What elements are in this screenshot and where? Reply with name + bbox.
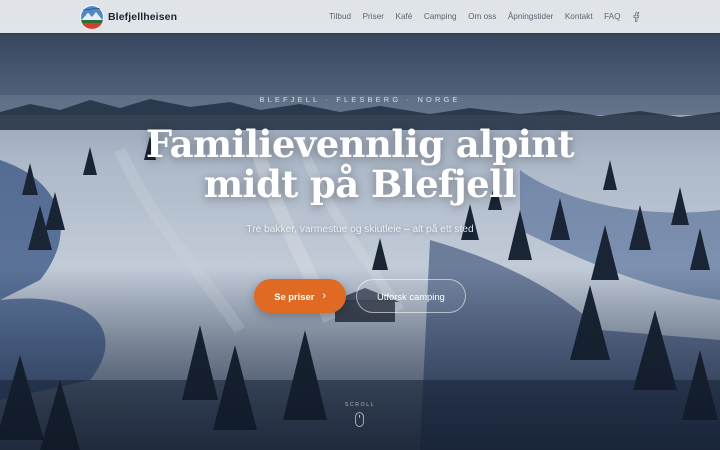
chevron-right-icon: ›	[322, 290, 327, 302]
page: Blefjellheisen Tilbud Priser Kafé Campin…	[0, 0, 720, 450]
nav-link-tilbud[interactable]: Tilbud	[329, 12, 351, 21]
ski-lift-mountain-logo-icon	[80, 4, 104, 29]
nav-link-apningstider[interactable]: Åpningstider	[508, 12, 554, 21]
brand[interactable]: Blefjellheisen	[80, 4, 177, 29]
explore-camping-label: Utforsk camping	[377, 290, 445, 302]
hero-title: Familievennlig alpint midt på Blefjell	[110, 124, 610, 204]
hero-title-line-1: Familievennlig alpint	[145, 122, 575, 166]
mouse-icon[interactable]	[355, 412, 364, 427]
nav-link-om-oss[interactable]: Om oss	[468, 12, 496, 21]
see-prices-button[interactable]: Se priser ›	[254, 279, 347, 313]
nav-link-kontakt[interactable]: Kontakt	[565, 12, 593, 21]
scroll-label: SCROLL	[344, 402, 376, 408]
hero-cta-row: Se priser › Utforsk camping	[0, 279, 720, 313]
nav-link-kafe[interactable]: Kafé	[395, 12, 412, 21]
facebook-icon[interactable]	[632, 11, 640, 22]
brand-name: Blefjellheisen	[108, 10, 178, 23]
nav-link-faq[interactable]: FAQ	[604, 12, 620, 21]
nav-link-camping[interactable]: Camping	[424, 12, 457, 21]
see-prices-label: Se priser	[274, 290, 315, 302]
hero-eyebrow: BLEFJELL · FLESBERG · NORGE	[259, 95, 461, 104]
hero-subtitle: Tre bakker, varmestue og skiutleie – alt…	[246, 224, 474, 235]
top-navbar: Blefjellheisen Tilbud Priser Kafé Campin…	[0, 0, 720, 33]
nav-link-priser[interactable]: Priser	[363, 12, 384, 21]
explore-camping-button[interactable]: Utforsk camping	[356, 279, 466, 313]
main-nav: Tilbud Priser Kafé Camping Om oss Åpning…	[329, 0, 640, 33]
hero-title-line-2: midt på Blefjell	[203, 162, 517, 206]
